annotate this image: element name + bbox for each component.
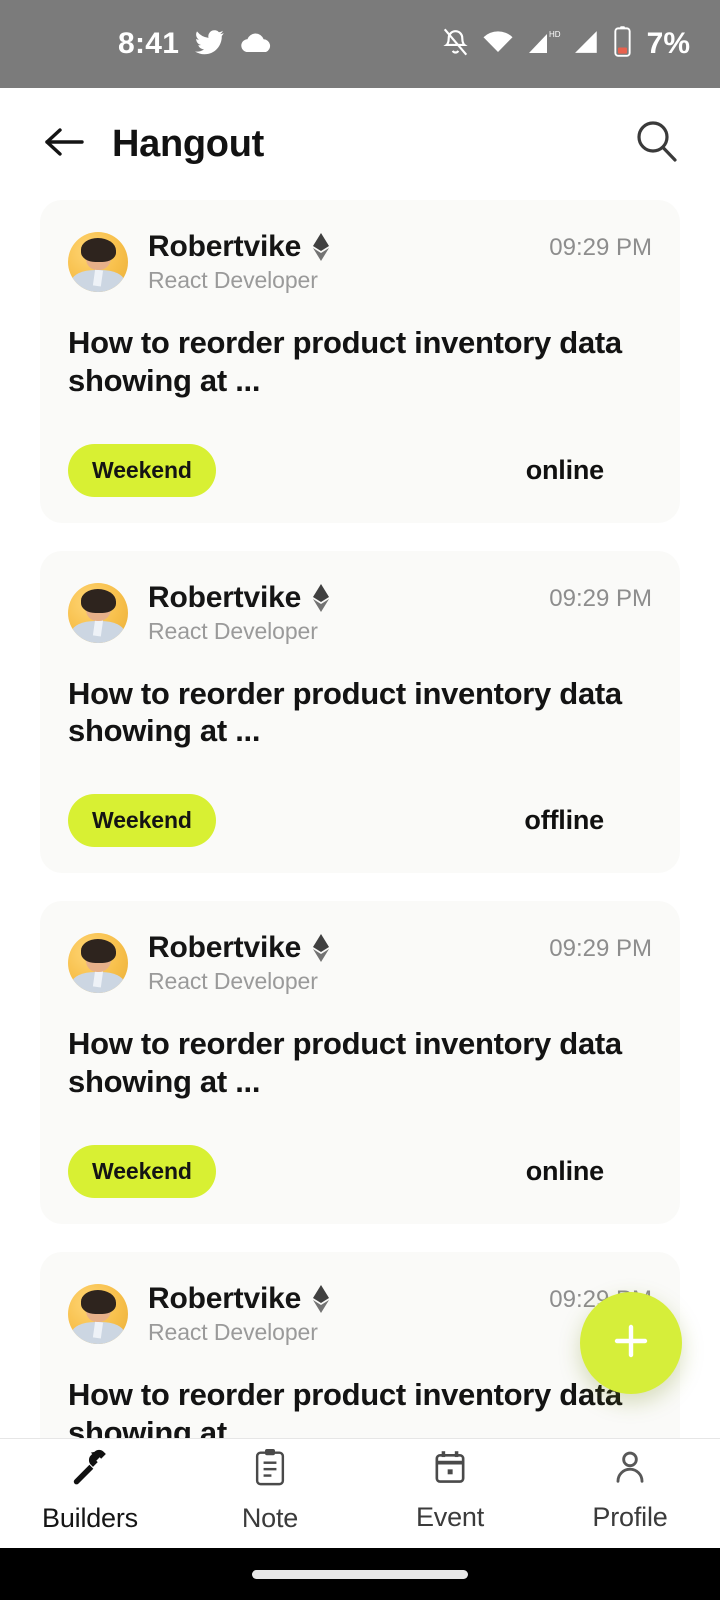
presence-status: offline bbox=[524, 805, 604, 836]
system-gesture-bar bbox=[0, 1548, 720, 1600]
search-icon bbox=[632, 117, 682, 172]
avatar bbox=[68, 582, 128, 643]
user-role: React Developer bbox=[148, 968, 318, 995]
hangout-card-list[interactable]: Robertvike React Developer 09:29 PM How … bbox=[0, 200, 720, 1438]
user-name: Robertvike bbox=[148, 931, 302, 965]
nav-label-profile: Profile bbox=[592, 1502, 668, 1532]
user-name: Robertvike bbox=[148, 230, 302, 263]
app-screen: 8:41 HD 7% Hangout Robertvike React Deve… bbox=[0, 0, 720, 1600]
diamond-gem-icon bbox=[312, 583, 330, 612]
hammer-icon bbox=[70, 1447, 110, 1492]
avatar bbox=[68, 933, 128, 994]
avatar bbox=[68, 1283, 128, 1344]
nav-label-event: Event bbox=[415, 1502, 485, 1532]
clipboard-note-icon bbox=[252, 1447, 288, 1492]
status-bar-clock: 8:41 bbox=[118, 27, 180, 60]
add-button[interactable] bbox=[580, 1292, 682, 1394]
nav-item-note[interactable]: Note bbox=[180, 1447, 360, 1534]
card-footer: Weekend online bbox=[68, 443, 652, 497]
presence-status: online bbox=[525, 454, 605, 485]
card-title: How to reorder product inventory data sh… bbox=[68, 1376, 622, 1438]
card-footer: Weekend offline bbox=[68, 794, 652, 848]
battery-low-icon bbox=[613, 26, 632, 62]
page-title: Hangout bbox=[112, 122, 264, 165]
identity-block: Robertvike React Developer bbox=[148, 1282, 549, 1346]
name-row: Robertvike bbox=[148, 581, 549, 615]
name-row: Robertvike bbox=[148, 230, 549, 264]
card-title: How to reorder product inventory data sh… bbox=[68, 1026, 622, 1100]
nav-item-profile[interactable]: Profile bbox=[540, 1448, 720, 1533]
user-role: React Developer bbox=[148, 267, 318, 293]
card-header: Robertvike React Developer 09:29 PM bbox=[68, 931, 652, 995]
status-bar-right: HD 7% bbox=[442, 26, 690, 62]
svg-text:HD: HD bbox=[549, 30, 561, 39]
twitter-icon bbox=[195, 27, 225, 62]
avatar bbox=[68, 232, 128, 292]
hangout-card[interactable]: Robertvike React Developer 09:29 PM How … bbox=[40, 200, 680, 523]
notifications-off-icon bbox=[442, 27, 469, 62]
status-bar: 8:41 HD 7% bbox=[0, 0, 720, 88]
calendar-icon bbox=[432, 1448, 468, 1491]
plus-icon bbox=[608, 1318, 654, 1369]
user-role: React Developer bbox=[148, 617, 318, 644]
arrow-left-icon bbox=[42, 125, 86, 164]
card-header: Robertvike React Developer 09:29 PM bbox=[68, 581, 652, 645]
card-timestamp: 09:29 PM bbox=[549, 584, 652, 612]
name-row: Robertvike bbox=[148, 931, 549, 965]
user-name: Robertvike bbox=[148, 580, 302, 614]
battery-percentage: 7% bbox=[646, 27, 690, 60]
identity-block: Robertvike React Developer bbox=[148, 581, 549, 645]
app-header: Hangout bbox=[0, 88, 720, 200]
diamond-gem-icon bbox=[312, 233, 330, 261]
cloud-icon bbox=[241, 30, 273, 59]
cellular-signal-hd-icon: HD bbox=[527, 27, 561, 62]
home-indicator[interactable] bbox=[252, 1569, 468, 1579]
name-row: Robertvike bbox=[148, 1282, 549, 1316]
card-title: How to reorder product inventory data sh… bbox=[68, 325, 622, 398]
person-icon bbox=[611, 1448, 649, 1491]
nav-item-event[interactable]: Event bbox=[360, 1448, 540, 1533]
identity-block: Robertvike React Developer bbox=[148, 931, 549, 995]
card-header: Robertvike React Developer 09:29 PM bbox=[68, 230, 652, 294]
card-timestamp: 09:29 PM bbox=[549, 234, 652, 261]
back-button[interactable] bbox=[38, 118, 90, 170]
status-bar-left: 8:41 bbox=[118, 27, 273, 62]
diamond-gem-icon bbox=[312, 1284, 330, 1313]
user-name: Robertvike bbox=[148, 1281, 302, 1315]
identity-block: Robertvike React Developer bbox=[148, 230, 549, 294]
wifi-icon bbox=[482, 29, 514, 60]
diamond-gem-icon bbox=[312, 934, 330, 963]
card-footer: Weekend online bbox=[68, 1144, 652, 1198]
hangout-card[interactable]: Robertvike React Developer 09:29 PM How … bbox=[40, 550, 680, 874]
card-title: How to reorder product inventory data sh… bbox=[68, 675, 622, 749]
status-badge[interactable]: Weekend bbox=[68, 443, 216, 497]
status-badge[interactable]: Weekend bbox=[68, 1144, 216, 1198]
cellular-signal-icon bbox=[574, 29, 600, 60]
search-button[interactable] bbox=[628, 115, 686, 173]
nav-label-note: Note bbox=[241, 1503, 299, 1533]
nav-label-builders: Builders bbox=[42, 1503, 138, 1533]
presence-status: online bbox=[525, 1155, 605, 1186]
status-badge[interactable]: Weekend bbox=[68, 794, 216, 848]
bottom-navigation: Builders Note Event Profile bbox=[0, 1438, 720, 1548]
card-header: Robertvike React Developer 09:29 PM bbox=[68, 1282, 652, 1346]
hangout-card[interactable]: Robertvike React Developer 09:29 PM How … bbox=[40, 901, 680, 1224]
card-timestamp: 09:29 PM bbox=[549, 935, 652, 963]
user-role: React Developer bbox=[148, 1318, 318, 1345]
nav-item-builders[interactable]: Builders bbox=[0, 1447, 180, 1534]
